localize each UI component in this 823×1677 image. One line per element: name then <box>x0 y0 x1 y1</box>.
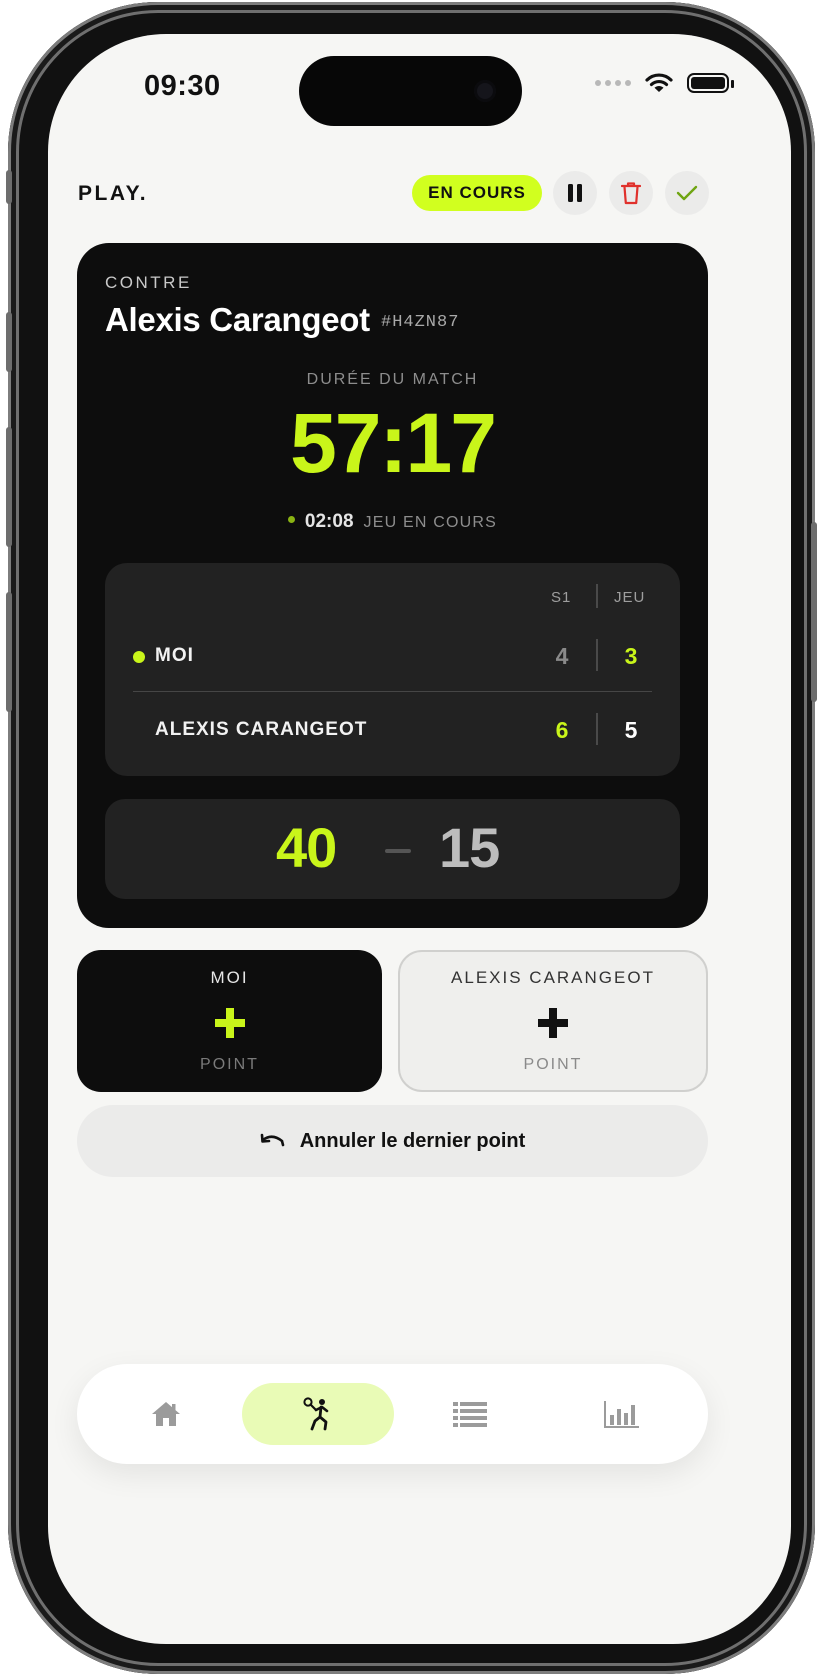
point-button-label: POINT <box>523 1056 583 1073</box>
volume-up-button <box>6 312 12 372</box>
row-divider <box>596 713 598 745</box>
point-button-label: POINT <box>200 1056 259 1073</box>
trash-icon <box>621 182 641 205</box>
bar-chart-icon <box>604 1401 639 1428</box>
opponent-row-name: ALEXIS CARANGEOT <box>155 719 368 740</box>
player-game-score: 3 <box>624 643 638 669</box>
game-timer: 02:08 JEU EN COURS <box>77 511 708 533</box>
pause-icon <box>568 184 582 202</box>
match-card: CONTRE Alexis Carangeot #H4ZN87 DURÉE DU… <box>77 243 708 928</box>
point-button-name: ALEXIS CARANGEOT <box>451 968 655 987</box>
camera-icon <box>474 80 496 102</box>
tab-history[interactable] <box>394 1383 546 1445</box>
opponent-points: 15 <box>439 816 500 879</box>
phone-frame: 09:30 PLAY. EN COURS CONTRE Alexis Caran… <box>6 2 817 1674</box>
list-icon <box>453 1402 487 1427</box>
undo-last-point-button[interactable]: Annuler le dernier point <box>77 1105 708 1177</box>
game-label: JEU EN COURS <box>363 514 498 531</box>
contre-label: CONTRE <box>105 273 192 292</box>
cellular-signal-icon <box>595 80 631 86</box>
pause-button[interactable] <box>553 171 597 215</box>
row-divider <box>596 639 598 671</box>
game-time: 02:08 <box>304 511 354 532</box>
screen: 09:30 PLAY. EN COURS CONTRE Alexis Caran… <box>48 34 791 1644</box>
point-button-name: MOI <box>210 968 249 987</box>
game-header: JEU <box>614 589 646 606</box>
home-icon <box>152 1402 180 1426</box>
opponent-set-score: 6 <box>555 717 569 743</box>
undo-icon <box>260 1133 285 1147</box>
tab-home[interactable] <box>90 1383 242 1445</box>
status-icons <box>595 72 734 94</box>
player-points: 40 <box>276 816 337 879</box>
dynamic-island <box>299 56 522 126</box>
check-icon <box>676 185 698 201</box>
header-divider <box>596 584 598 608</box>
tab-bar <box>77 1364 708 1464</box>
power-button <box>811 522 817 702</box>
add-point-me-button[interactable]: MOI POINT <box>77 950 382 1092</box>
player-row-name: MOI <box>155 645 194 666</box>
player-set-score: 4 <box>555 643 569 669</box>
battery-icon <box>687 73 734 93</box>
serving-indicator <box>133 651 145 663</box>
brand-logo: PLAY. <box>78 182 149 205</box>
delete-button[interactable] <box>609 171 653 215</box>
wifi-icon <box>645 73 673 92</box>
status-time: 09:30 <box>144 70 221 102</box>
plus-icon <box>538 1008 568 1038</box>
finish-button[interactable] <box>665 171 709 215</box>
points-dash <box>385 849 411 853</box>
match-duration: 57:17 <box>290 396 497 490</box>
points-panel: 40 15 <box>105 799 680 899</box>
scoreboard: S1 JEU MOI 4 3 ALEXIS CARANGEOT 6 5 <box>105 563 680 776</box>
undo-label: Annuler le dernier point <box>299 1129 526 1152</box>
tennis-player-icon <box>303 1397 329 1431</box>
side-button-left <box>6 592 12 712</box>
row-separator <box>133 691 652 692</box>
live-dot <box>287 516 295 524</box>
opponent-tag: #H4ZN87 <box>381 313 460 332</box>
opponent-game-score: 5 <box>624 717 638 743</box>
tab-stats[interactable] <box>546 1383 698 1445</box>
plus-icon <box>214 1008 245 1038</box>
status-badge: EN COURS <box>412 175 542 211</box>
volume-down-button <box>6 427 12 547</box>
duration-label: DURÉE DU MATCH <box>306 371 479 388</box>
add-point-opponent-button[interactable]: ALEXIS CARANGEOT POINT <box>398 950 708 1092</box>
set-header: S1 <box>551 589 572 606</box>
mute-switch <box>6 170 12 204</box>
opponent-name: Alexis Carangeot <box>105 301 370 338</box>
tab-match[interactable] <box>242 1383 394 1445</box>
